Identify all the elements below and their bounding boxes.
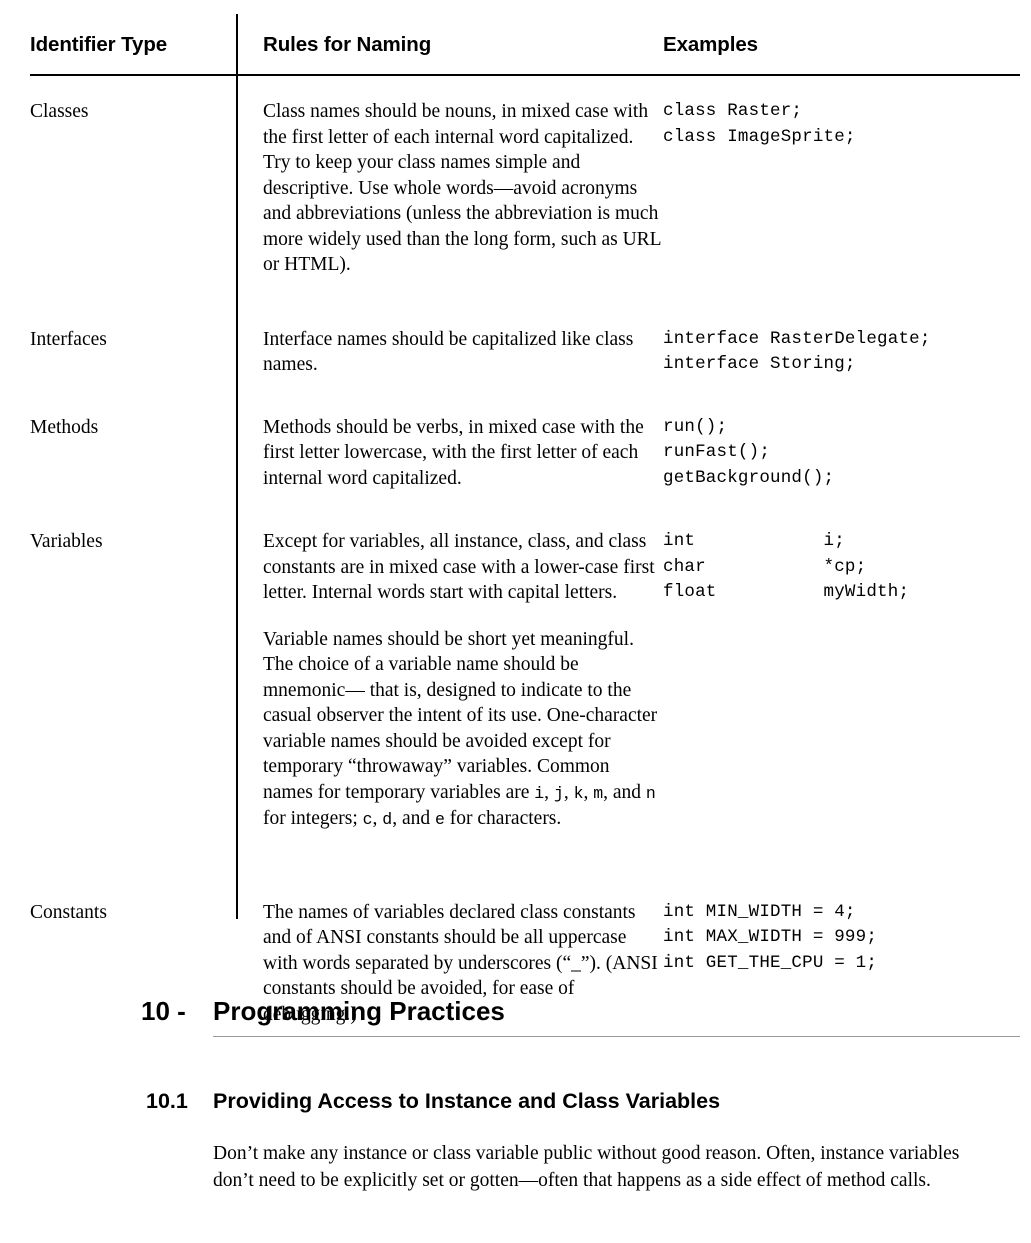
- inline-code: n: [645, 783, 656, 803]
- inline-code: c: [362, 810, 373, 829]
- cell-examples: run(); runFast(); getBackground();: [663, 402, 1020, 492]
- code-example: interface RasterDelegate; interface Stor…: [663, 328, 931, 375]
- cell-identifier-type: Constants: [30, 901, 107, 923]
- cell-examples: int MIN_WIDTH = 4; int MAX_WIDTH = 999; …: [663, 887, 1020, 977]
- cell-rules: Class names should be nouns, in mixed ca…: [236, 86, 663, 278]
- chapter-heading-rule: [213, 1036, 1020, 1037]
- text-run: , and: [392, 808, 435, 829]
- cell-identifier-type: Methods: [30, 416, 99, 438]
- chapter-title: Programming Practices: [213, 996, 505, 1026]
- code-example: int MIN_WIDTH = 4; int MAX_WIDTH = 999; …: [663, 901, 878, 973]
- inline-code: m: [593, 783, 604, 803]
- table-row: Variables Except for variables, all inst…: [30, 516, 1020, 833]
- code-example: class Raster; class ImageSprite;: [663, 101, 856, 147]
- inline-code: j: [553, 783, 564, 803]
- text-run: ,: [563, 781, 574, 803]
- cell-identifier-type: Classes: [30, 101, 89, 122]
- table-column-divider: [236, 14, 238, 919]
- cell-identifier-type: Variables: [30, 531, 103, 552]
- subsection-heading: 10.1 Providing Access to Instance and Cl…: [30, 1087, 1020, 1115]
- cell-rules: Interface names should be capitalized li…: [236, 314, 663, 378]
- rules-paragraph: Interface names should be capitalized li…: [263, 328, 634, 376]
- table-row: Classes Class names should be nouns, in …: [30, 86, 1020, 278]
- body-paragraph: Don’t make any instance or class variabl…: [213, 1143, 960, 1191]
- rules-paragraph: Methods should be verbs, in mixed case w…: [263, 416, 644, 489]
- column-header-rules-for-naming: Rules for Naming: [263, 33, 432, 56]
- table-row: Methods Methods should be verbs, in mixe…: [30, 402, 1020, 492]
- table-row: Interfaces Interface names should be cap…: [30, 314, 1020, 378]
- text-run: Variable names should be short yet meani…: [263, 628, 658, 803]
- text-run: ,: [583, 781, 594, 803]
- document-page: Identifier Type Rules for Naming Example…: [0, 0, 1031, 1243]
- text-run: for integers;: [263, 808, 363, 829]
- body-text: Don’t make any instance or class variabl…: [213, 1140, 973, 1194]
- cell-identifier-type: Interfaces: [30, 328, 107, 350]
- code-example: int i; char *cp; float myWidth;: [663, 531, 910, 602]
- text-run: ,: [372, 808, 383, 829]
- code-example: run(); runFast(); getBackground();: [663, 416, 835, 488]
- text-run: for characters.: [444, 808, 562, 829]
- column-header-examples: Examples: [663, 33, 758, 56]
- cell-examples: interface RasterDelegate; interface Stor…: [663, 314, 1020, 378]
- inline-code: i: [534, 783, 545, 803]
- cell-rules: Methods should be verbs, in mixed case w…: [236, 402, 663, 492]
- inline-code: k: [573, 783, 584, 803]
- inline-code: e: [434, 810, 445, 829]
- cell-rules: Except for variables, all instance, clas…: [236, 516, 663, 833]
- text-run: , and: [603, 781, 646, 803]
- chapter-heading: 10 - Programming Practices: [30, 995, 1020, 1037]
- rules-paragraph: Class names should be nouns, in mixed ca…: [263, 101, 661, 275]
- column-header-identifier-type: Identifier Type: [30, 33, 168, 56]
- subsection-heading-row: 10.1 Providing Access to Instance and Cl…: [30, 1087, 1020, 1115]
- rules-paragraph-mixed: Variable names should be short yet meani…: [263, 627, 663, 833]
- rules-paragraph: Except for variables, all instance, clas…: [263, 531, 655, 603]
- chapter-number: 10 -: [141, 996, 186, 1026]
- naming-conventions-table: Identifier Type Rules for Naming Example…: [30, 14, 1020, 1025]
- cell-examples: class Raster; class ImageSprite;: [663, 86, 1020, 150]
- table-header-row: Identifier Type Rules for Naming Example…: [30, 14, 1020, 70]
- chapter-heading-row: 10 - Programming Practices: [30, 995, 1020, 1027]
- text-run: ,: [544, 781, 554, 803]
- table-body: Classes Class names should be nouns, in …: [30, 86, 1020, 1027]
- inline-code: d: [382, 810, 393, 829]
- subsection-number: 10.1: [146, 1089, 188, 1113]
- table-header-rule: [30, 74, 1020, 76]
- cell-examples: int i; char *cp; float myWidth;: [663, 516, 1020, 606]
- subsection-title: Providing Access to Instance and Class V…: [213, 1089, 721, 1113]
